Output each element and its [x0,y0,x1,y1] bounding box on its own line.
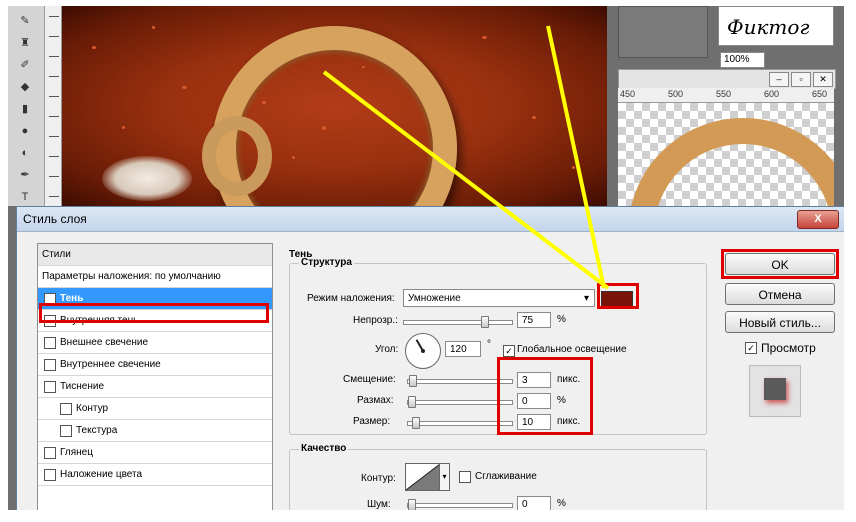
screenshot-frame: ✎ ♜ ✐ ◆ ▮ ● ◐ ✒ T Фиктог 100% – ▫ ✕ 450 … [8,6,844,510]
arrow-overlay [322,25,610,290]
